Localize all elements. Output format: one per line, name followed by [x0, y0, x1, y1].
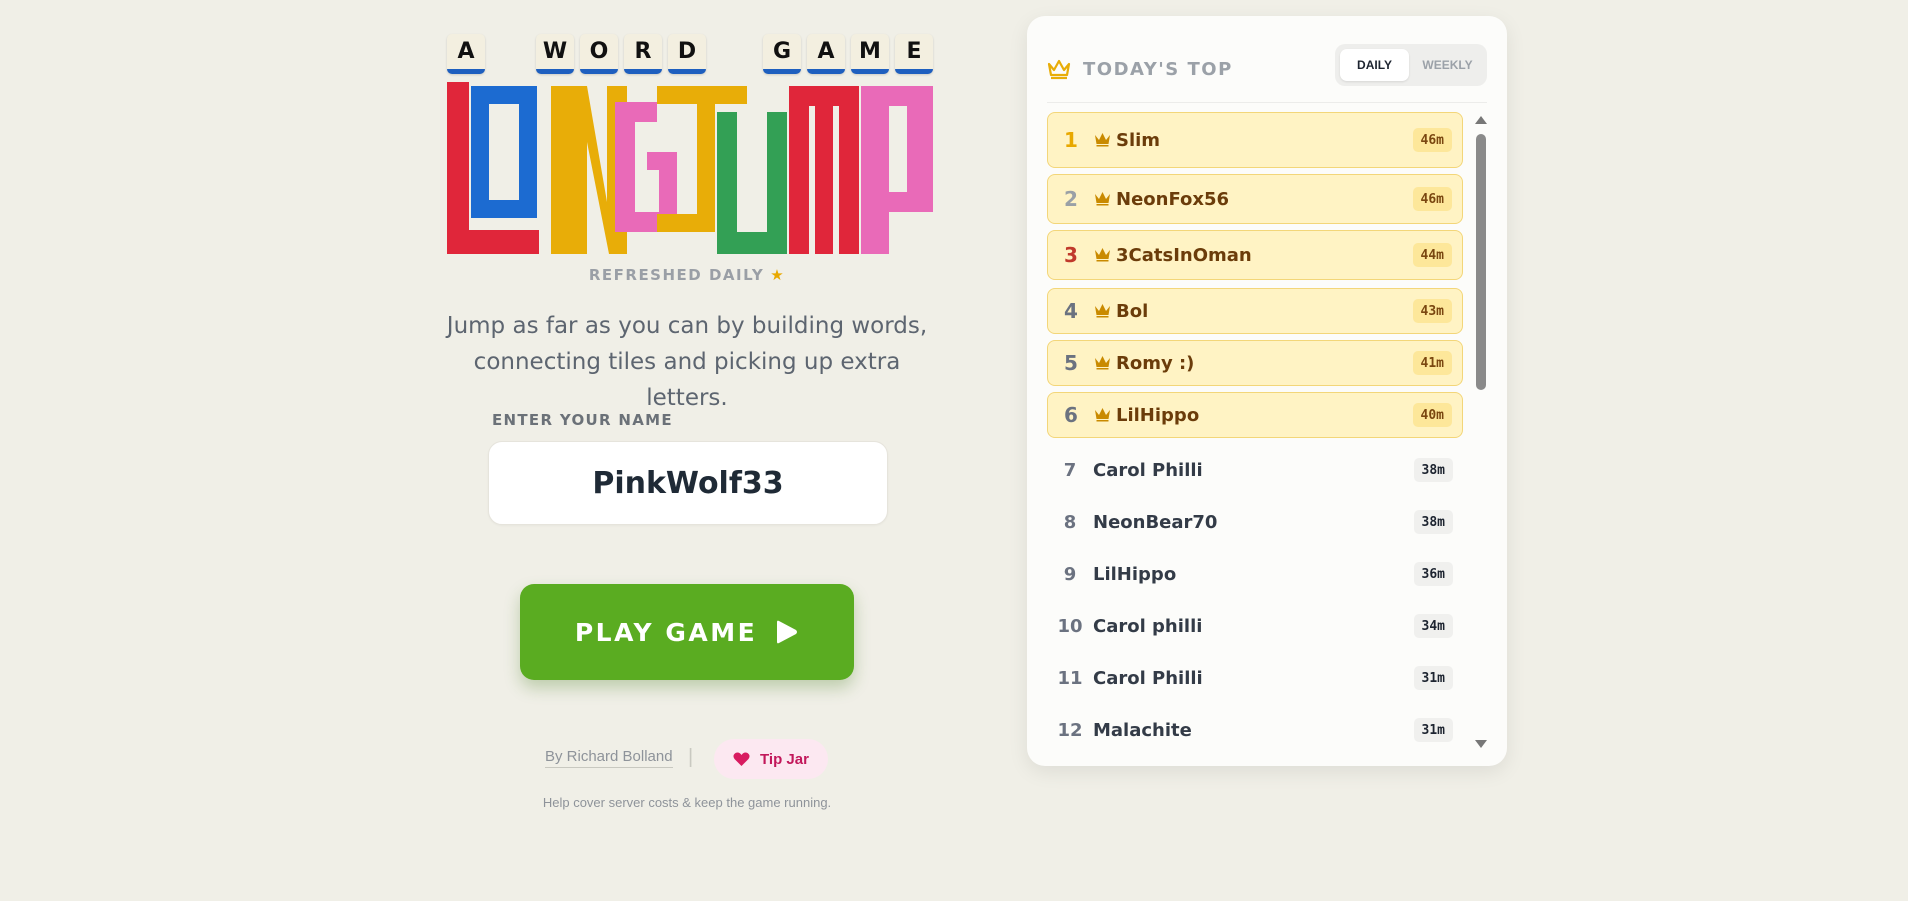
rank-number: 11	[1057, 667, 1083, 689]
longjump-logo	[447, 82, 933, 254]
rank-number: 10	[1057, 615, 1083, 637]
letter-tile: D	[668, 34, 706, 74]
leaderboard-row: 12 Malachite 31m	[1047, 704, 1463, 742]
leaderboard-row: 8 NeonBear70 38m	[1047, 496, 1463, 548]
star-icon: ★	[770, 266, 786, 284]
rank-number: 1	[1064, 128, 1078, 152]
leaderboard-row: 10 Carol philli 34m	[1047, 600, 1463, 652]
score-badge: 34m	[1413, 614, 1453, 638]
player-name: Slim	[1116, 129, 1161, 151]
player-name: Romy :)	[1116, 352, 1195, 374]
help-text: Help cover server costs & keep the game …	[542, 795, 832, 810]
crown-icon	[1095, 133, 1110, 147]
score-badge: 36m	[1413, 562, 1453, 586]
crown-icon	[1095, 192, 1110, 206]
rank-number: 12	[1057, 719, 1083, 741]
player-name: NeonFox56	[1116, 188, 1230, 210]
player-name: LilHippo	[1093, 563, 1177, 585]
tagline-line: Jump as far as you can by building words…	[446, 313, 928, 339]
refreshed-daily-label: REFRESHED DAILY ★	[440, 266, 934, 284]
letter-tile: R	[624, 34, 662, 74]
player-name: Bol	[1116, 300, 1149, 322]
crown-icon	[1047, 59, 1071, 80]
leaderboard-row: 2 NeonFox56 46m	[1047, 174, 1463, 224]
tip-jar-button[interactable]: Tip Jar	[714, 739, 828, 779]
leaderboard-list: 1 Slim 46m 2 NeonFox56 46m 3 3CatsInOman 44m 4 Bol…	[1047, 112, 1463, 742]
separator: |	[688, 746, 694, 768]
tagline: Jump as far as you can by building words…	[440, 308, 934, 416]
subtitle-tiles: A W O R D G A M E	[447, 34, 933, 78]
leaderboard-header: TODAY'S TOP DAILY WEEKLY	[1047, 44, 1487, 104]
leaderboard-row: 5 Romy :) 41m	[1047, 340, 1463, 386]
letter-tile: E	[895, 34, 933, 74]
rank-number: 5	[1064, 351, 1078, 375]
player-name: Carol Philli	[1093, 459, 1203, 481]
score-badge: 43m	[1412, 299, 1452, 323]
play-game-button[interactable]: PLAY GAME	[520, 584, 854, 680]
score-badge: 40m	[1412, 403, 1452, 427]
play-game-label: PLAY GAME	[574, 617, 758, 647]
letter-tile: O	[580, 34, 618, 74]
score-badge: 31m	[1413, 666, 1453, 690]
leaderboard-row: 7 Carol Philli 38m	[1047, 444, 1463, 496]
play-icon	[777, 620, 798, 644]
rank-number: 3	[1064, 243, 1078, 267]
leaderboard-row: 1 Slim 46m	[1047, 112, 1463, 168]
leaderboard-row: 3 3CatsInOman 44m	[1047, 230, 1463, 280]
letter-tile: W	[536, 34, 574, 74]
rank-number: 8	[1063, 511, 1077, 533]
leaderboard-scrollbar[interactable]	[1475, 112, 1487, 762]
leaderboard-row: 6 LilHippo 40m	[1047, 392, 1463, 438]
score-badge: 31m	[1413, 718, 1453, 742]
player-name: Carol philli	[1093, 615, 1203, 637]
score-badge: 46m	[1412, 187, 1452, 211]
crown-icon	[1095, 356, 1110, 370]
score-badge: 38m	[1413, 510, 1453, 534]
score-badge: 46m	[1412, 128, 1452, 152]
crown-icon	[1095, 248, 1110, 262]
leaderboard-row: 11 Carol Philli 31m	[1047, 652, 1463, 704]
tab-weekly[interactable]: WEEKLY	[1413, 49, 1482, 81]
author-link[interactable]: By Richard Bolland	[545, 748, 673, 768]
letter-tile: M	[851, 34, 889, 74]
player-name: LilHippo	[1116, 404, 1200, 426]
scroll-down-arrow-icon[interactable]	[1475, 740, 1487, 748]
letter-tile: A	[447, 34, 485, 74]
heart-icon	[733, 752, 750, 766]
letter-tile: G	[763, 34, 801, 74]
leaderboard-panel: TODAY'S TOP DAILY WEEKLY 1 Slim 46m 2 NeonFo…	[1027, 16, 1507, 766]
rank-number: 7	[1063, 459, 1077, 481]
scroll-thumb[interactable]	[1476, 134, 1486, 390]
period-toggle: DAILY WEEKLY	[1335, 44, 1487, 86]
tagline-line: connecting tiles and picking up extra le…	[473, 349, 901, 411]
rank-number: 2	[1064, 187, 1078, 211]
score-badge: 44m	[1412, 243, 1452, 267]
refreshed-text: REFRESHED DAILY	[588, 266, 765, 284]
leaderboard-row: 4 Bol 43m	[1047, 288, 1463, 334]
rank-number: 6	[1064, 403, 1078, 427]
player-name: Malachite	[1093, 719, 1192, 741]
leaderboard-row: 9 LilHippo 36m	[1047, 548, 1463, 600]
crown-icon	[1095, 304, 1110, 318]
leaderboard-title: TODAY'S TOP	[1083, 59, 1233, 80]
score-badge: 41m	[1412, 351, 1452, 375]
scroll-up-arrow-icon[interactable]	[1475, 116, 1487, 124]
name-label: ENTER YOUR NAME	[492, 411, 673, 429]
tip-jar-label: Tip Jar	[760, 750, 809, 768]
player-name: NeonBear70	[1093, 511, 1218, 533]
header-divider	[1047, 102, 1487, 103]
rank-number: 4	[1064, 299, 1078, 323]
player-name: Carol Philli	[1093, 667, 1203, 689]
crown-icon	[1095, 408, 1110, 422]
name-input[interactable]	[488, 441, 888, 525]
rank-number: 9	[1063, 563, 1077, 585]
letter-tile: A	[807, 34, 845, 74]
score-badge: 38m	[1413, 458, 1453, 482]
tab-daily[interactable]: DAILY	[1340, 49, 1409, 81]
player-name: 3CatsInOman	[1116, 244, 1252, 266]
